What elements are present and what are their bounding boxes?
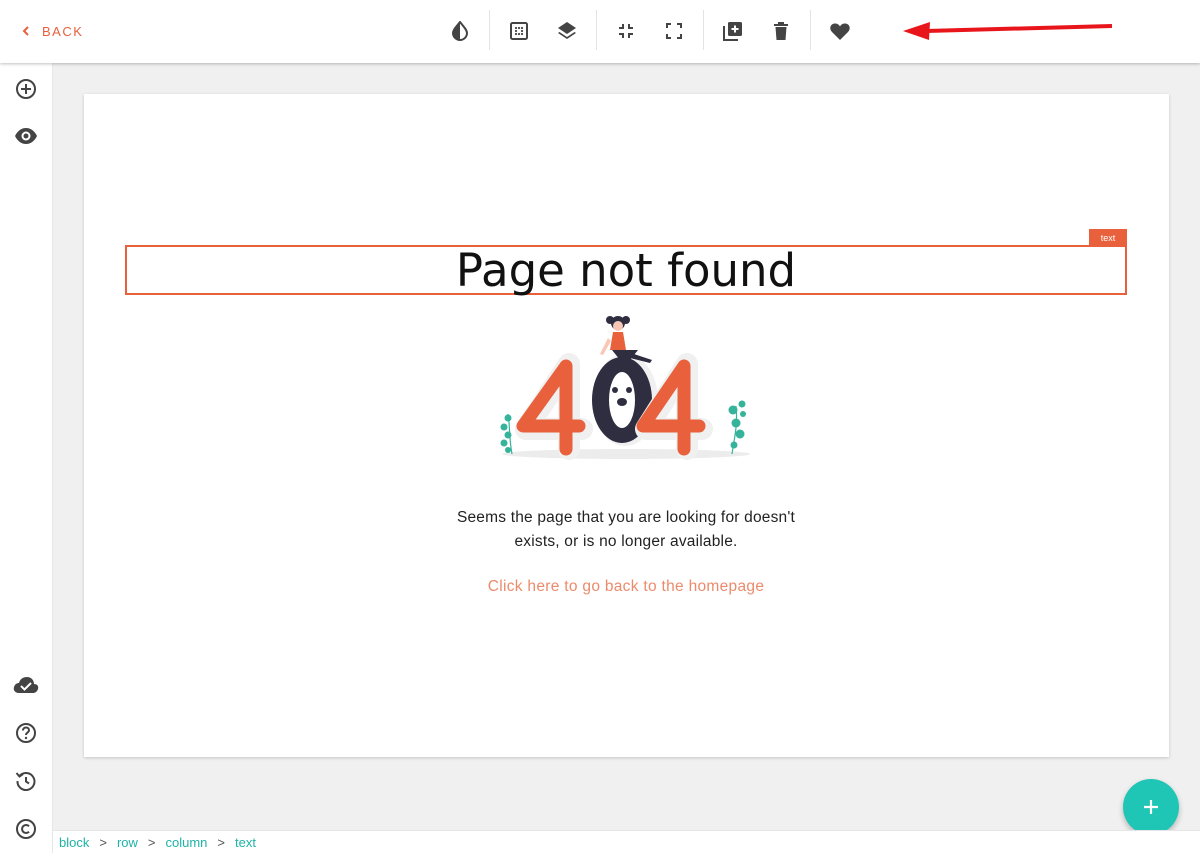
eye-icon bbox=[15, 128, 37, 144]
help-button[interactable] bbox=[13, 720, 39, 746]
favorite-button[interactable] bbox=[824, 15, 856, 47]
contrast-button[interactable] bbox=[444, 15, 476, 47]
save-status-button[interactable] bbox=[13, 672, 39, 698]
breadcrumb-separator: > bbox=[99, 834, 107, 850]
history-icon bbox=[15, 772, 36, 791]
preview-button[interactable] bbox=[13, 123, 39, 149]
layers-button[interactable] bbox=[551, 15, 583, 47]
breadcrumb-column[interactable]: column bbox=[166, 835, 208, 850]
help-icon bbox=[16, 723, 36, 743]
fullscreen-button[interactable] bbox=[658, 15, 690, 47]
page-title[interactable]: Page not found bbox=[125, 244, 1127, 298]
copyright-icon bbox=[16, 819, 36, 839]
cloud-done-icon bbox=[13, 677, 39, 693]
add-circle-icon bbox=[16, 79, 36, 99]
description-line-2: exists, or is no longer available. bbox=[514, 533, 738, 550]
contrast-icon bbox=[451, 21, 469, 41]
fullscreen-icon bbox=[666, 23, 682, 39]
duplicate-button[interactable] bbox=[717, 15, 749, 47]
grid-icon bbox=[510, 22, 528, 40]
delete-button[interactable] bbox=[765, 15, 797, 47]
toolbar-divider bbox=[703, 10, 704, 50]
page-canvas: text Page not found Seems the page that … bbox=[84, 94, 1169, 757]
breadcrumb-block[interactable]: block bbox=[59, 835, 89, 850]
duplicate-icon bbox=[723, 22, 742, 41]
collapse-icon bbox=[619, 24, 633, 38]
collapse-button[interactable] bbox=[610, 15, 642, 47]
copyright-button[interactable] bbox=[13, 816, 39, 842]
breadcrumb-row[interactable]: row bbox=[117, 835, 138, 850]
red-arrow-annotation bbox=[903, 22, 1113, 40]
toolbar-divider bbox=[810, 10, 811, 50]
404-illustration bbox=[500, 316, 750, 460]
chevron-left-icon bbox=[22, 26, 29, 36]
delete-icon bbox=[774, 22, 788, 40]
top-toolbar: BACK bbox=[0, 0, 1200, 63]
plus-icon bbox=[1144, 800, 1158, 814]
grid-button[interactable] bbox=[503, 15, 535, 47]
add-element-button[interactable] bbox=[13, 76, 39, 102]
history-button[interactable] bbox=[13, 768, 39, 794]
description-text: Seems the page that you are looking for … bbox=[426, 506, 826, 554]
toolbar-divider bbox=[489, 10, 490, 50]
homepage-link[interactable]: Click here to go back to the homepage bbox=[426, 578, 826, 596]
back-button[interactable]: BACK bbox=[22, 20, 83, 42]
left-sidebar bbox=[0, 63, 53, 853]
toolbar-divider bbox=[596, 10, 597, 50]
breadcrumb-separator: > bbox=[217, 834, 226, 850]
breadcrumb: block > row > column > text bbox=[53, 830, 1200, 853]
back-label: BACK bbox=[42, 23, 84, 39]
layers-icon bbox=[558, 22, 576, 39]
add-block-fab[interactable] bbox=[1123, 779, 1179, 835]
breadcrumb-separator: > bbox=[147, 834, 156, 850]
description-line-1: Seems the page that you are looking for … bbox=[456, 509, 796, 526]
heart-icon bbox=[830, 23, 850, 40]
breadcrumb-text[interactable]: text bbox=[235, 835, 256, 850]
